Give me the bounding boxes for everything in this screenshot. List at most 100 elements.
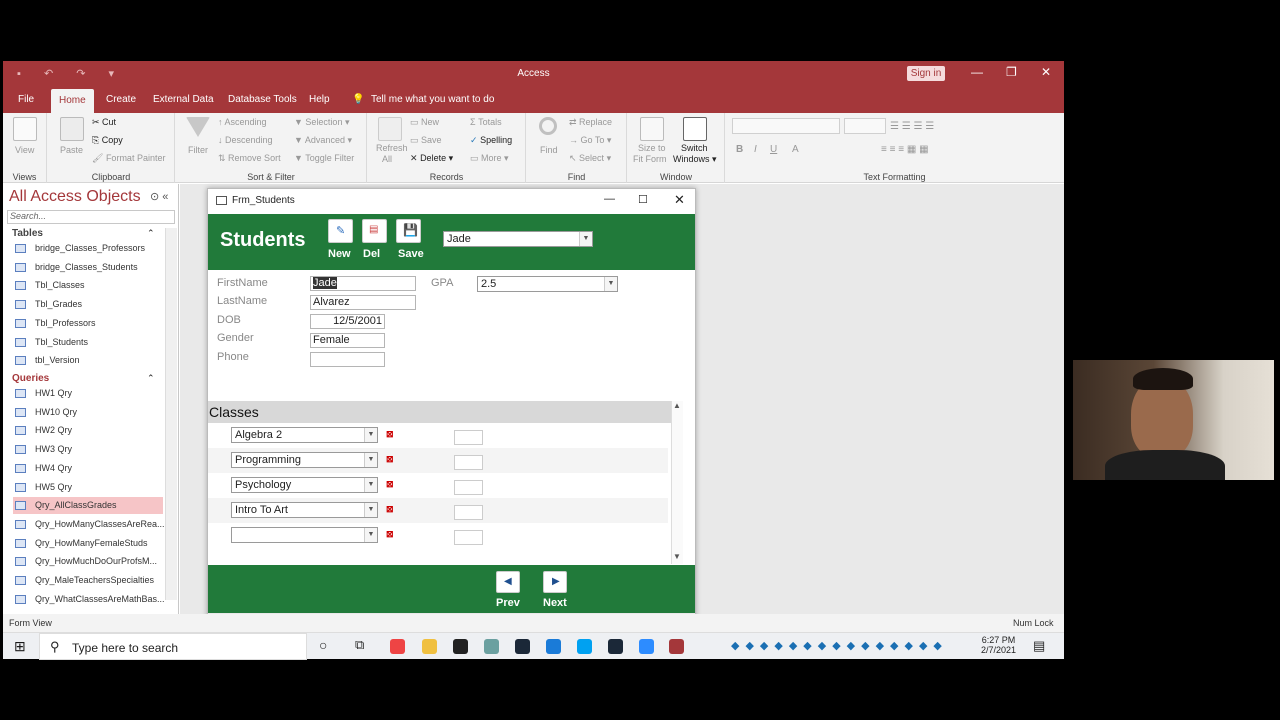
cortana-icon[interactable]: ○ xyxy=(319,637,327,653)
queries-header[interactable]: Queries xyxy=(12,373,49,384)
chevron-down-icon[interactable]: ▼ xyxy=(364,453,377,467)
prev-button[interactable]: ◀ xyxy=(496,571,520,593)
nav-query-item[interactable]: Qry_AllClassGrades xyxy=(13,497,163,515)
nav-table-item[interactable]: tbl_Version xyxy=(13,352,163,369)
save-record-button[interactable]: ▭ Save xyxy=(410,135,442,146)
gender-field[interactable]: Female xyxy=(310,333,385,348)
system-tray-icons[interactable]: ◆◆◆◆◆◆◆◆◆◆◆◆◆◆◆ xyxy=(731,639,948,652)
nav-query-item[interactable]: Qry_MaleTeachersSpecialties xyxy=(13,572,163,589)
subform-scrollbar[interactable]: ▲ ▼ xyxy=(671,401,683,564)
more-button[interactable]: ▭ More ▾ xyxy=(470,153,509,164)
chevron-down-icon[interactable]: ▼ xyxy=(364,428,377,442)
dob-field[interactable]: 12/5/2001 xyxy=(310,314,385,329)
tell-me-box[interactable]: Tell me what you want to do xyxy=(371,86,494,113)
tab-help[interactable]: Help xyxy=(309,86,330,113)
nav-query-item[interactable]: HW5 Qry xyxy=(13,479,163,496)
delete-class-icon[interactable]: ⊠ xyxy=(386,504,399,515)
steam-icon-2[interactable] xyxy=(608,639,623,654)
class-combo[interactable]: Intro To Art ▼ xyxy=(231,502,378,518)
size-to-fit-button[interactable]: Size to xyxy=(638,143,666,153)
class-combo[interactable]: Psychology ▼ xyxy=(231,477,378,493)
nav-query-item[interactable]: Qry_HowMuchDoOurProfsM... xyxy=(13,553,163,570)
form-maximize-icon[interactable]: ☐ xyxy=(638,193,648,206)
descending-button[interactable]: ↓ Descending xyxy=(218,135,273,145)
chevron-down-icon[interactable]: ▼ xyxy=(364,478,377,492)
find-icon[interactable] xyxy=(539,117,557,135)
grade-box[interactable] xyxy=(454,455,483,470)
access-taskbar-icon[interactable] xyxy=(669,639,684,654)
bold-button[interactable]: B xyxy=(736,144,743,155)
cut-button[interactable]: ✂ Cut xyxy=(92,117,116,128)
switch-windows-button[interactable]: Switch xyxy=(681,143,708,153)
collapse-icon[interactable]: ⌃ xyxy=(147,228,155,239)
ascending-button[interactable]: ↑ Ascending xyxy=(218,117,267,127)
student-lookup-combo[interactable]: Jade ▼ xyxy=(443,231,593,247)
paste-button[interactable]: Paste xyxy=(60,145,83,155)
paste-icon[interactable] xyxy=(60,117,84,141)
restore-icon[interactable]: ❐ xyxy=(1006,65,1017,79)
task-view-icon[interactable]: ⧉ xyxy=(355,637,364,653)
nav-query-item[interactable]: Qry_HowManyFemaleStuds xyxy=(13,535,163,552)
close-icon[interactable]: ✕ xyxy=(1041,65,1051,79)
form-minimize-icon[interactable]: — xyxy=(604,193,615,205)
grade-box[interactable] xyxy=(454,430,483,445)
find-button[interactable]: Find xyxy=(540,145,558,155)
tab-database-tools[interactable]: Database Tools xyxy=(228,86,297,113)
nav-search-input[interactable]: Search... xyxy=(7,210,175,224)
nav-scrollbar[interactable] xyxy=(165,228,177,600)
font-name-combo[interactable] xyxy=(732,118,840,134)
filter-icon[interactable] xyxy=(186,117,210,137)
tables-header[interactable]: Tables xyxy=(12,228,43,239)
sign-in-button[interactable]: Sign in xyxy=(907,66,945,81)
delete-button[interactable]: ▤ xyxy=(362,219,387,243)
scroll-up-icon[interactable]: ▲ xyxy=(673,401,681,410)
chrome-icon[interactable] xyxy=(390,639,405,654)
grade-box[interactable] xyxy=(454,530,483,545)
tab-home[interactable]: Home xyxy=(51,89,94,113)
firstname-field[interactable]: Jade xyxy=(310,276,416,291)
switch-windows-icon[interactable] xyxy=(683,117,707,141)
collapse-icon[interactable]: ⌃ xyxy=(147,373,155,384)
font-color-button[interactable]: A xyxy=(792,144,799,155)
nav-query-item[interactable]: HW4 Qry xyxy=(13,460,163,477)
advanced-button[interactable]: ▼ Advanced ▾ xyxy=(294,135,352,146)
underline-button[interactable]: U xyxy=(770,144,777,155)
toggle-filter-button[interactable]: ▼ Toggle Filter xyxy=(294,153,354,163)
chevron-down-icon[interactable]: ▼ xyxy=(364,503,377,517)
delete-record-button[interactable]: ✕ Delete ▾ xyxy=(410,153,453,164)
nav-table-item[interactable]: Tbl_Classes xyxy=(13,277,163,294)
delete-class-icon[interactable]: ⊠ xyxy=(386,529,399,540)
totals-button[interactable]: Σ Totals xyxy=(470,117,502,127)
zoom-icon[interactable] xyxy=(639,639,654,654)
refresh-button[interactable]: Refresh xyxy=(376,143,408,153)
grade-box[interactable] xyxy=(454,480,483,495)
chevron-down-icon[interactable]: ▼ xyxy=(579,232,592,246)
nav-query-item[interactable]: HW3 Qry xyxy=(13,441,163,458)
new-record-button[interactable]: ▭ New xyxy=(410,117,439,128)
taskbar-search[interactable]: ⚲ Type here to search xyxy=(39,633,307,660)
nav-table-item[interactable]: bridge_Classes_Students xyxy=(13,259,163,276)
nav-query-item[interactable]: HW10 Qry xyxy=(13,404,163,421)
refresh-icon[interactable] xyxy=(378,117,402,141)
nav-table-item[interactable]: Tbl_Grades xyxy=(13,296,163,313)
size-to-fit-icon[interactable] xyxy=(640,117,664,141)
nav-table-item[interactable]: Tbl_Students xyxy=(13,334,163,351)
bullets-icon[interactable]: ☰ ☰ ☰ ☰ xyxy=(890,121,934,132)
store-icon[interactable] xyxy=(453,639,468,654)
new-button[interactable]: ✎ xyxy=(328,219,353,243)
nav-title[interactable]: All Access Objects xyxy=(9,188,141,206)
italic-button[interactable]: I xyxy=(754,144,757,155)
filter-button[interactable]: Filter xyxy=(188,145,208,155)
format-painter-button[interactable]: 🖌 Format Painter xyxy=(92,153,165,164)
chevron-down-icon[interactable]: ▼ xyxy=(364,528,377,542)
grade-box[interactable] xyxy=(454,505,483,520)
phone-field[interactable] xyxy=(310,352,385,367)
tab-file[interactable]: File xyxy=(18,86,34,113)
app-icon[interactable] xyxy=(484,639,499,654)
class-combo[interactable]: ▼ xyxy=(231,527,378,543)
nav-table-item[interactable]: bridge_Classes_Professors xyxy=(13,240,163,257)
spelling-button[interactable]: ✓ Spelling xyxy=(470,135,512,146)
edge-icon[interactable] xyxy=(546,639,561,654)
form-close-icon[interactable]: ✕ xyxy=(674,192,685,208)
replace-button[interactable]: ⇄ Replace xyxy=(569,117,612,128)
